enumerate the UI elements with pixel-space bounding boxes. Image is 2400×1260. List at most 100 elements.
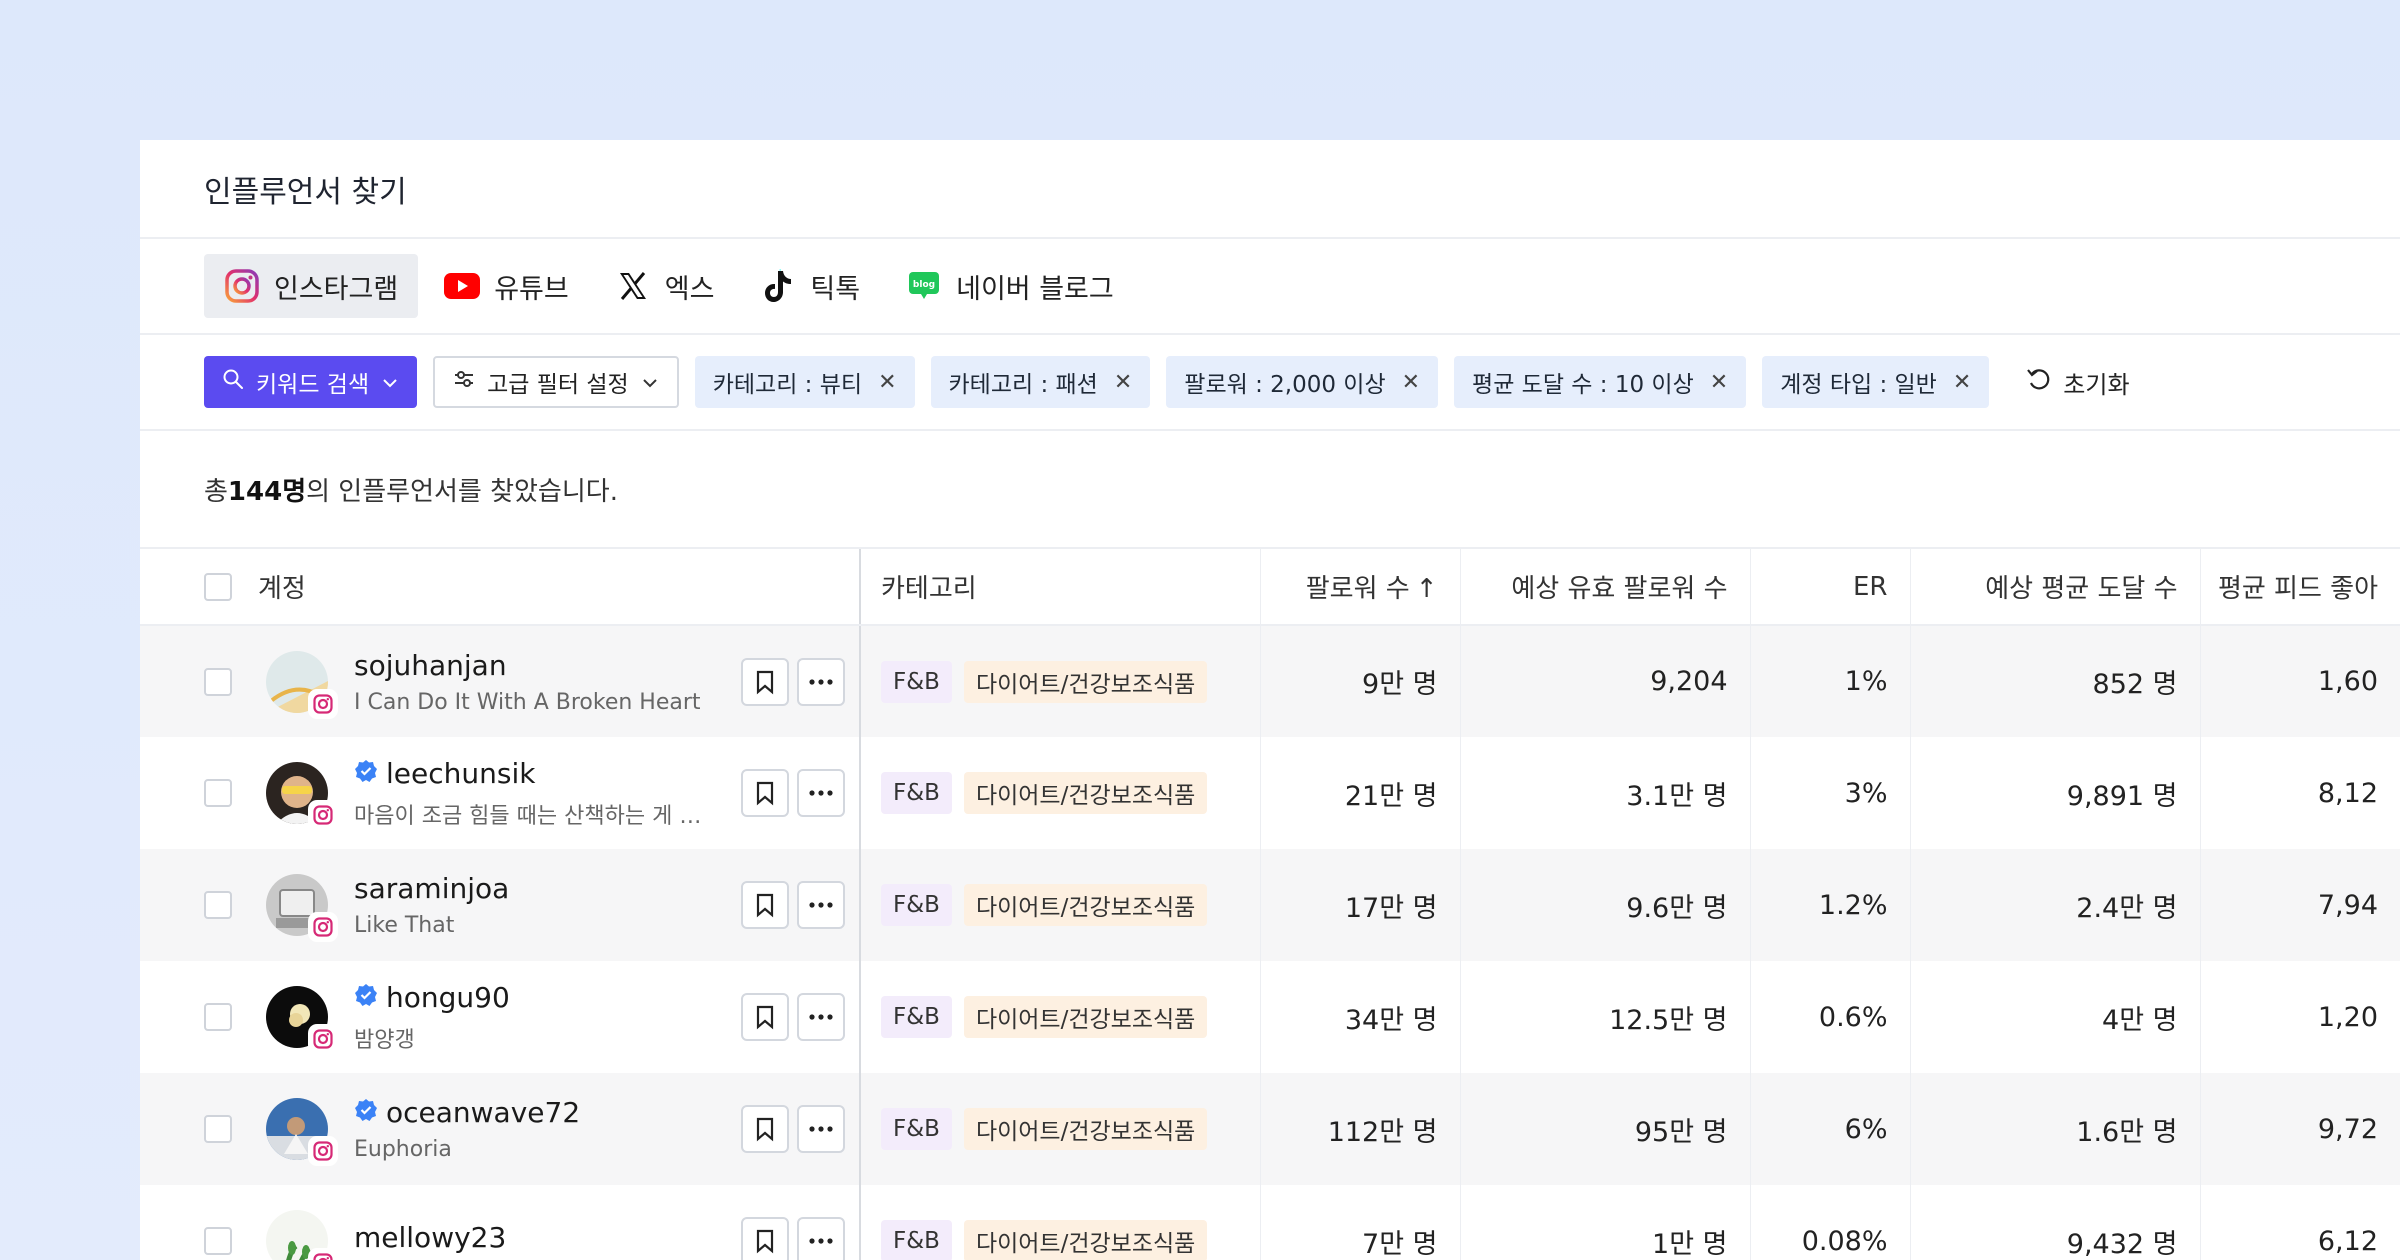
username[interactable]: saraminjoa — [354, 872, 509, 905]
category-cell: F&B 다이어트/건강보조식품 — [859, 1073, 1260, 1185]
filter-tag[interactable]: 카테고리 : 뷰티 ✕ — [694, 356, 915, 408]
select-all-checkbox[interactable] — [204, 572, 232, 601]
column-avg-feed-likes[interactable]: 평균 피드 좋아 — [2199, 549, 2400, 626]
svg-text:blog: blog — [913, 280, 935, 290]
page-title: 인플루언서 찾기 — [204, 174, 407, 210]
column-category: 카테고리 — [859, 549, 1260, 626]
avg-reach-cell: 4만 명 — [1909, 961, 2200, 1073]
avg-reach-cell: 9,891 명 — [1909, 737, 2200, 849]
avg-reach-cell: 9,432 명 — [1909, 1185, 2200, 1260]
bookmark-button[interactable] — [741, 1217, 789, 1260]
row-checkbox[interactable] — [204, 891, 232, 919]
more-button[interactable] — [797, 1217, 845, 1260]
username[interactable]: leechunsik — [386, 757, 535, 790]
bookmark-button[interactable] — [741, 769, 789, 817]
username[interactable]: hongu90 — [386, 981, 510, 1014]
more-icon — [809, 790, 833, 796]
close-icon[interactable]: ✕ — [1710, 370, 1728, 395]
reset-button[interactable]: 초기화 — [2025, 365, 2130, 400]
column-avg-reach[interactable]: 예상 평균 도달 수 — [1909, 549, 2200, 626]
bookmark-button[interactable] — [741, 657, 789, 706]
avatar[interactable] — [266, 986, 336, 1052]
table-row[interactable]: oceanwave72 Euphoria F&B 다이어트/건강보조식품 112… — [140, 1073, 2400, 1185]
table-row[interactable]: hongu90 밤양갱 F&B 다이어트/건강보조식품 34만 명 12.5만 … — [140, 961, 2400, 1073]
bookmark-icon — [756, 781, 774, 806]
row-checkbox[interactable] — [204, 1227, 232, 1255]
avatar[interactable] — [266, 874, 336, 940]
tab-x-label: 엑스 — [664, 273, 715, 305]
table-row[interactable]: mellowy23 F&B 다이어트/건강보조식품 7만 명 1만 명 0.08… — [140, 1185, 2400, 1260]
table-row[interactable]: leechunsik 마음이 조금 힘들 때는 산책하는 게 최고... F&B… — [140, 737, 2400, 849]
table-row[interactable]: saraminjoa Like That F&B 다이어트/건강보조식품 17만… — [140, 849, 2400, 961]
platform-tabs: 인스타그램 유튜브 엑스 틱톡 blog 네이버 블로그 — [140, 239, 2400, 335]
keyword-search-label: 키워드 검색 — [256, 372, 370, 398]
tab-naver-blog-label: 네이버 블로그 — [956, 273, 1114, 305]
row-checkbox[interactable] — [204, 1003, 232, 1031]
advanced-filter-button[interactable]: 고급 필터 설정 — [433, 356, 679, 408]
table-row[interactable]: sojuhanjan I Can Do It With A Broken Hea… — [140, 625, 2400, 737]
instagram-badge-icon — [310, 1250, 336, 1260]
sort-asc-icon[interactable]: ↑ — [1416, 574, 1438, 604]
close-icon[interactable]: ✕ — [878, 370, 896, 395]
filter-tag-label: 평균 도달 수 : 10 이상 — [1472, 372, 1694, 398]
keyword-search-button[interactable]: 키워드 검색 — [204, 356, 418, 408]
more-button[interactable] — [797, 657, 845, 706]
avg-feed-likes-cell: 7,94 — [2199, 849, 2400, 961]
column-er[interactable]: ER — [1749, 549, 1910, 626]
tab-tiktok[interactable]: 틱톡 — [740, 254, 880, 318]
youtube-icon — [444, 268, 481, 304]
user-bio: Like That — [354, 913, 455, 938]
x-icon — [615, 268, 651, 304]
er-cell: 0.6% — [1749, 961, 1910, 1073]
category-pill-fb: F&B — [881, 1108, 952, 1150]
avg-feed-likes-cell: 9,72 — [2199, 1073, 2400, 1185]
bookmark-button[interactable] — [741, 1105, 789, 1153]
tab-x[interactable]: 엑스 — [595, 254, 735, 318]
tab-youtube[interactable]: 유튜브 — [424, 254, 589, 318]
filter-tag[interactable]: 팔로워 : 2,000 이상 ✕ — [1166, 356, 1439, 408]
tab-naver-blog[interactable]: blog 네이버 블로그 — [886, 254, 1134, 318]
tab-youtube-label: 유튜브 — [494, 273, 569, 305]
close-icon[interactable]: ✕ — [1114, 370, 1132, 395]
filter-tag-label: 계정 타입 : 일반 — [1780, 372, 1937, 398]
close-icon[interactable]: ✕ — [1402, 370, 1420, 395]
followers-cell: 112만 명 — [1259, 1073, 1460, 1185]
category-pill-diet: 다이어트/건강보조식품 — [963, 996, 1208, 1038]
tab-tiktok-label: 틱톡 — [810, 273, 861, 305]
account-cell: mellowy23 — [140, 1185, 860, 1260]
row-checkbox[interactable] — [204, 779, 232, 807]
row-checkbox[interactable] — [204, 1115, 232, 1143]
close-icon[interactable]: ✕ — [1953, 370, 1971, 395]
avg-reach-cell: 852 명 — [1909, 625, 2200, 737]
category-pill-fb: F&B — [881, 1220, 952, 1260]
more-button[interactable] — [797, 993, 845, 1041]
avatar[interactable] — [266, 1210, 336, 1260]
category-pill-diet: 다이어트/건강보조식품 — [963, 884, 1208, 926]
bookmark-button[interactable] — [741, 993, 789, 1041]
bookmark-button[interactable] — [741, 881, 789, 929]
column-valid-followers[interactable]: 예상 유효 팔로워 수 — [1459, 549, 1750, 626]
user-bio: I Can Do It With A Broken Heart — [354, 689, 701, 715]
filter-tag[interactable]: 카테고리 : 패션 ✕ — [930, 356, 1151, 408]
username[interactable]: oceanwave72 — [386, 1096, 580, 1129]
avatar[interactable] — [266, 762, 336, 828]
avatar[interactable] — [266, 650, 336, 717]
avatar[interactable] — [266, 1098, 336, 1164]
category-pill-fb: F&B — [881, 996, 952, 1038]
account-cell: leechunsik 마음이 조금 힘들 때는 산책하는 게 최고... — [140, 737, 860, 849]
more-button[interactable] — [797, 1105, 845, 1153]
filter-tag[interactable]: 계정 타입 : 일반 ✕ — [1762, 356, 1990, 408]
more-button[interactable] — [797, 769, 845, 817]
account-cell: sojuhanjan I Can Do It With A Broken Hea… — [140, 625, 860, 737]
tab-instagram[interactable]: 인스타그램 — [204, 254, 419, 318]
filter-tag[interactable]: 평균 도달 수 : 10 이상 ✕ — [1454, 356, 1747, 408]
username[interactable]: mellowy23 — [354, 1221, 506, 1254]
category-cell: F&B 다이어트/건강보조식품 — [859, 1185, 1260, 1260]
column-account: 계정 — [140, 549, 860, 626]
username[interactable]: sojuhanjan — [354, 649, 507, 682]
column-followers[interactable]: 팔로워 수 ↑ — [1259, 549, 1460, 626]
more-button[interactable] — [797, 881, 845, 929]
summary-prefix: 총 — [204, 476, 228, 507]
row-checkbox[interactable] — [204, 667, 232, 696]
er-cell: 1% — [1749, 625, 1910, 737]
